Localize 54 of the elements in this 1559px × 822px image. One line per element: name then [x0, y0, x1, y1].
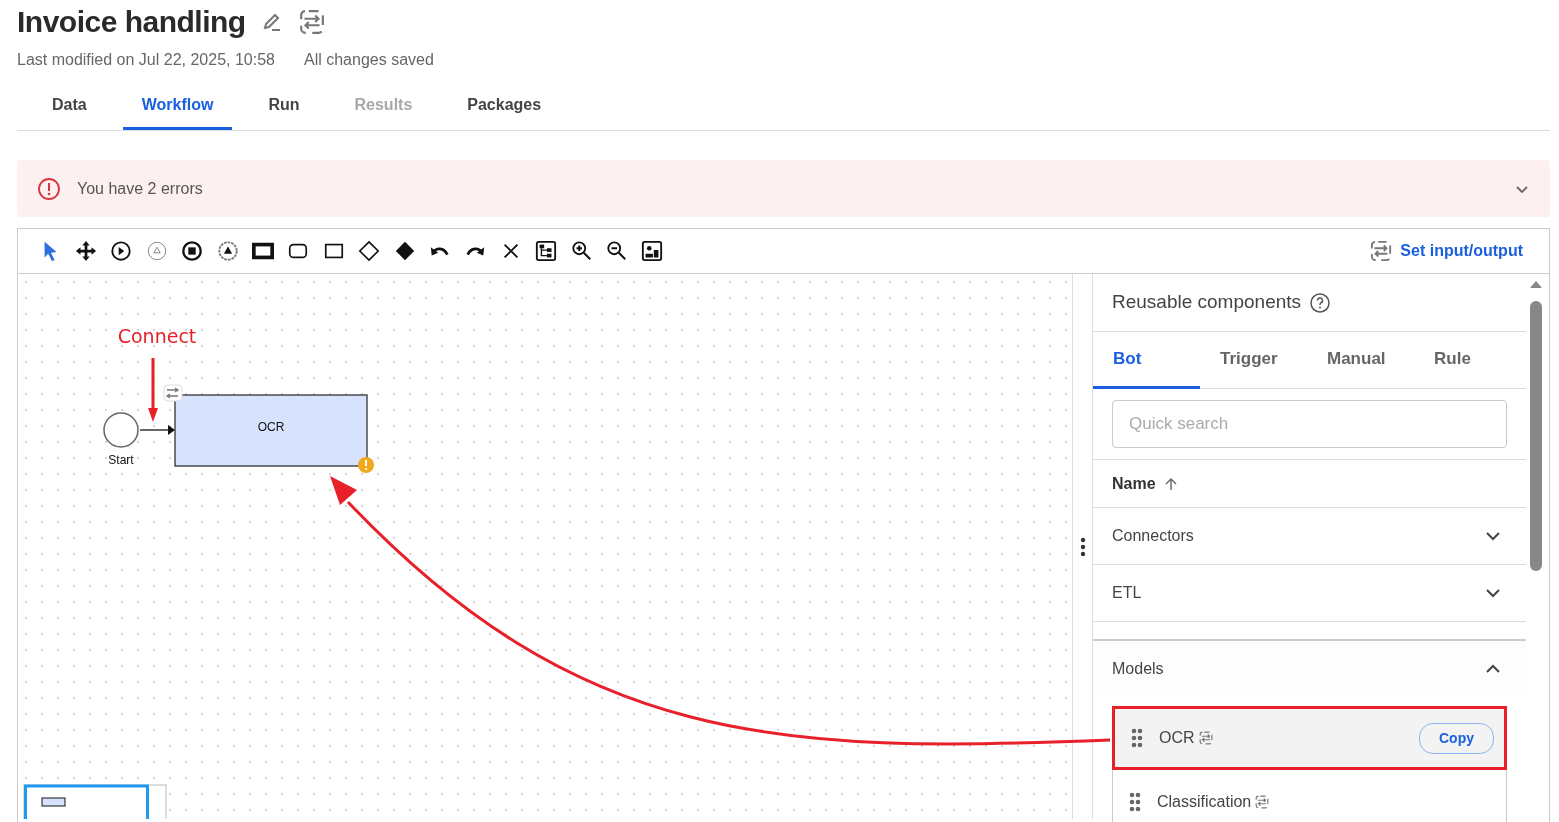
list-item[interactable]: OCR Copy [1112, 706, 1507, 770]
list-item[interactable]: Classification [1112, 770, 1507, 822]
drag-handle-icon[interactable] [1079, 535, 1086, 558]
tab[interactable]: Bot [1093, 332, 1200, 389]
alert-message: You have 2 errors [77, 178, 203, 199]
transfer-icon[interactable] [1198, 731, 1213, 745]
item-name: Classification [1157, 791, 1252, 812]
node-label: OCR [257, 420, 285, 434]
tab[interactable]: Workflow [122, 82, 233, 130]
group-name: Models [1112, 658, 1164, 679]
help-icon[interactable] [1309, 291, 1332, 314]
save-status-text: All changes saved [303, 50, 434, 70]
transfer-icon[interactable] [298, 9, 325, 35]
transfer-icon[interactable] [1255, 794, 1270, 809]
copy-button[interactable]: Copy [1419, 722, 1494, 754]
group-name: ETL [1112, 583, 1142, 603]
move-icon[interactable] [75, 240, 98, 262]
tab[interactable]: Packages [448, 82, 561, 130]
node-label: Start [108, 453, 134, 467]
tab[interactable]: Trigger [1200, 332, 1307, 389]
diamond-icon[interactable] [358, 240, 381, 262]
zoom-in-icon[interactable] [570, 240, 593, 262]
search-field[interactable]: Quick search [1112, 400, 1507, 448]
column-header: Name [1112, 473, 1156, 494]
sort-ascending-icon[interactable] [1163, 476, 1178, 491]
group-name: Connectors [1112, 526, 1194, 546]
page-title: Invoice handling [17, 7, 246, 37]
connector-arrow [139, 425, 175, 435]
task-node[interactable] [174, 394, 368, 467]
minimap[interactable] [23, 784, 167, 819]
triangle-circle-icon[interactable] [216, 240, 239, 262]
transfer-icon [1370, 240, 1393, 262]
tab[interactable]: Data [33, 82, 106, 130]
last-modified-text: Last modified on Jul 22, 2025, 10:58 [17, 50, 275, 70]
item-name: OCR [1159, 728, 1195, 748]
tab[interactable]: Rule [1414, 332, 1521, 389]
drag-handle-icon[interactable] [1129, 791, 1141, 812]
drag-handle-icon[interactable] [1131, 728, 1143, 748]
panel-title: Reusable components [1112, 290, 1302, 315]
start-node [103, 412, 139, 448]
annotation-label: Connect [117, 325, 197, 347]
diamond-icon[interactable] [393, 240, 416, 262]
scrollbar[interactable] [1530, 281, 1542, 571]
stop-circle-icon[interactable] [181, 240, 204, 262]
tab[interactable]: Manual [1307, 332, 1414, 389]
error-icon [37, 176, 61, 201]
annotation-arrow [148, 358, 158, 422]
rectangle-icon[interactable] [252, 240, 275, 262]
image-icon[interactable] [641, 240, 664, 262]
zoom-out-icon[interactable] [605, 240, 628, 262]
set-input-output-button[interactable]: Set input/output [1364, 238, 1529, 264]
tree-icon[interactable] [535, 240, 558, 262]
tab[interactable]: Run [249, 82, 319, 130]
play-circle-icon[interactable] [110, 240, 133, 262]
